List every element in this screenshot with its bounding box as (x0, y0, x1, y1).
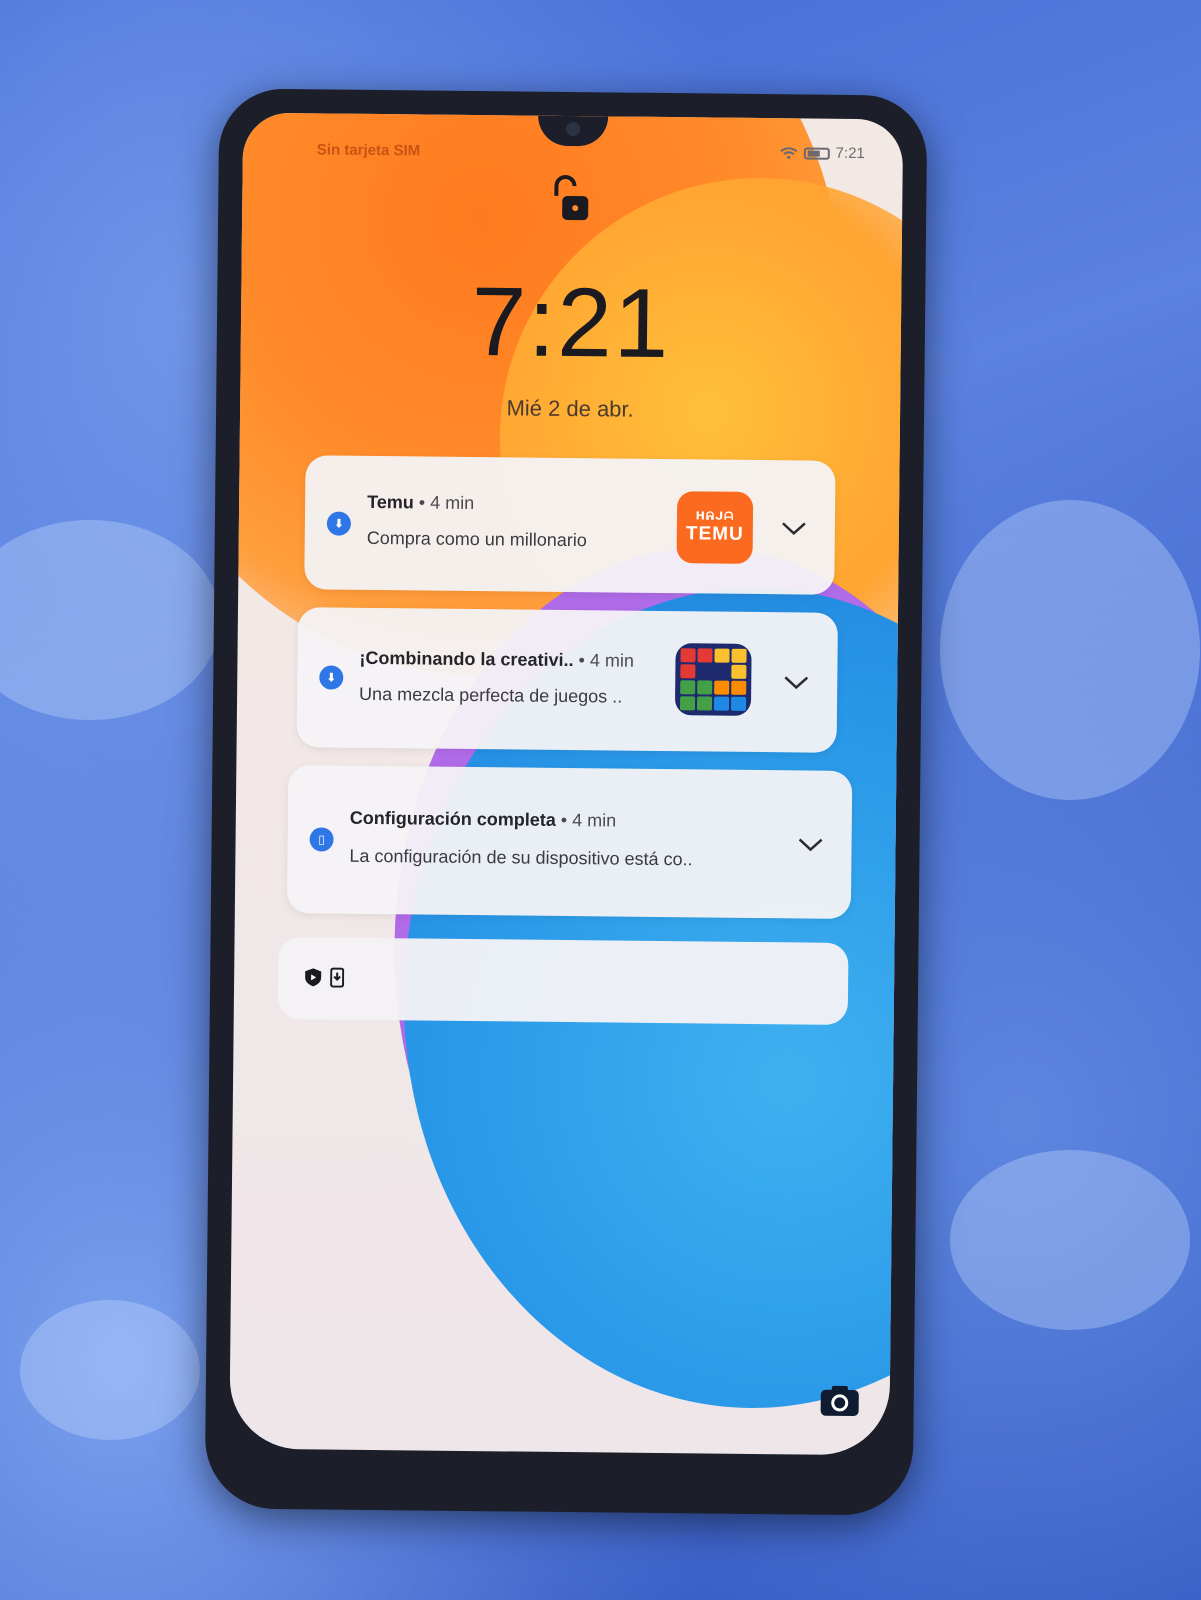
tablecloth-pattern (950, 1150, 1190, 1330)
chevron-down-icon[interactable] (783, 674, 809, 690)
notification-card-puzzle-game[interactable]: ⬇ ¡Combinando la creativi.. • 4 min Una … (296, 607, 838, 753)
notification-title: Configuración completa • 4 min (350, 808, 617, 832)
notification-separator: • (578, 650, 585, 671)
app-small-icon: ⬇ (319, 665, 344, 690)
tablecloth-pattern (940, 500, 1200, 800)
camera-icon[interactable] (820, 1385, 860, 1417)
phone-download-icon (330, 967, 345, 988)
notification-time: 4 min (430, 492, 475, 514)
tablecloth-pattern (20, 1300, 200, 1440)
status-icons: 7:21 (780, 144, 865, 162)
notification-body: Compra como un millonario (366, 527, 587, 551)
block-puzzle-icon (674, 643, 752, 716)
temu-thumbnail: ᕼᕱᒍᗩ TEMU (676, 491, 754, 564)
temu-logo-text: TEMU (685, 523, 744, 545)
chevron-down-icon[interactable] (797, 836, 823, 852)
notification-time: 4 min (589, 650, 634, 671)
tablecloth-pattern (0, 520, 220, 720)
app-small-icon: ▯ (309, 827, 334, 852)
notification-body: La configuración de su dispositivo está … (349, 845, 693, 870)
notification-title: Temu • 4 min (367, 492, 474, 514)
silent-notifications-bar[interactable] (277, 936, 849, 1025)
notification-app-name: ¡Combinando la creativi.. (359, 647, 574, 671)
status-time: 7:21 (835, 144, 865, 163)
notification-body: Una mezcla perfecta de juegos .. (359, 683, 623, 707)
battery-icon (803, 146, 830, 160)
phone-device: Sin tarjeta SIM 7:21 7:21 Mié 2 de abr. … (204, 88, 928, 1516)
lock-screen[interactable]: Sin tarjeta SIM 7:21 7:21 Mié 2 de abr. … (229, 112, 904, 1456)
temu-logo-glyphs: ᕼᕱᒍᗩ (695, 510, 735, 523)
notification-separator: • (560, 809, 568, 831)
notification-app-name: Configuración completa (349, 807, 556, 830)
notification-separator: • (418, 492, 426, 513)
shield-play-icon (305, 968, 322, 987)
front-camera (565, 121, 581, 137)
notification-app-name: Temu (367, 491, 414, 513)
lockscreen-clock: 7:21 (471, 265, 671, 379)
notification-card-setup-complete[interactable]: ▯ Configuración completa • 4 min La conf… (286, 765, 853, 919)
carrier-label: Sin tarjeta SIM (316, 141, 421, 160)
silent-icons (304, 967, 345, 988)
app-small-icon: ⬇ (326, 511, 352, 536)
unlock-icon[interactable] (550, 174, 595, 224)
wifi-icon (780, 146, 798, 159)
notification-title: ¡Combinando la creativi.. • 4 min (359, 648, 634, 672)
notification-time: 4 min (572, 810, 617, 831)
notification-card-temu[interactable]: ⬇ Temu • 4 min Compra como un millonario… (304, 455, 836, 595)
chevron-down-icon[interactable] (781, 520, 807, 536)
